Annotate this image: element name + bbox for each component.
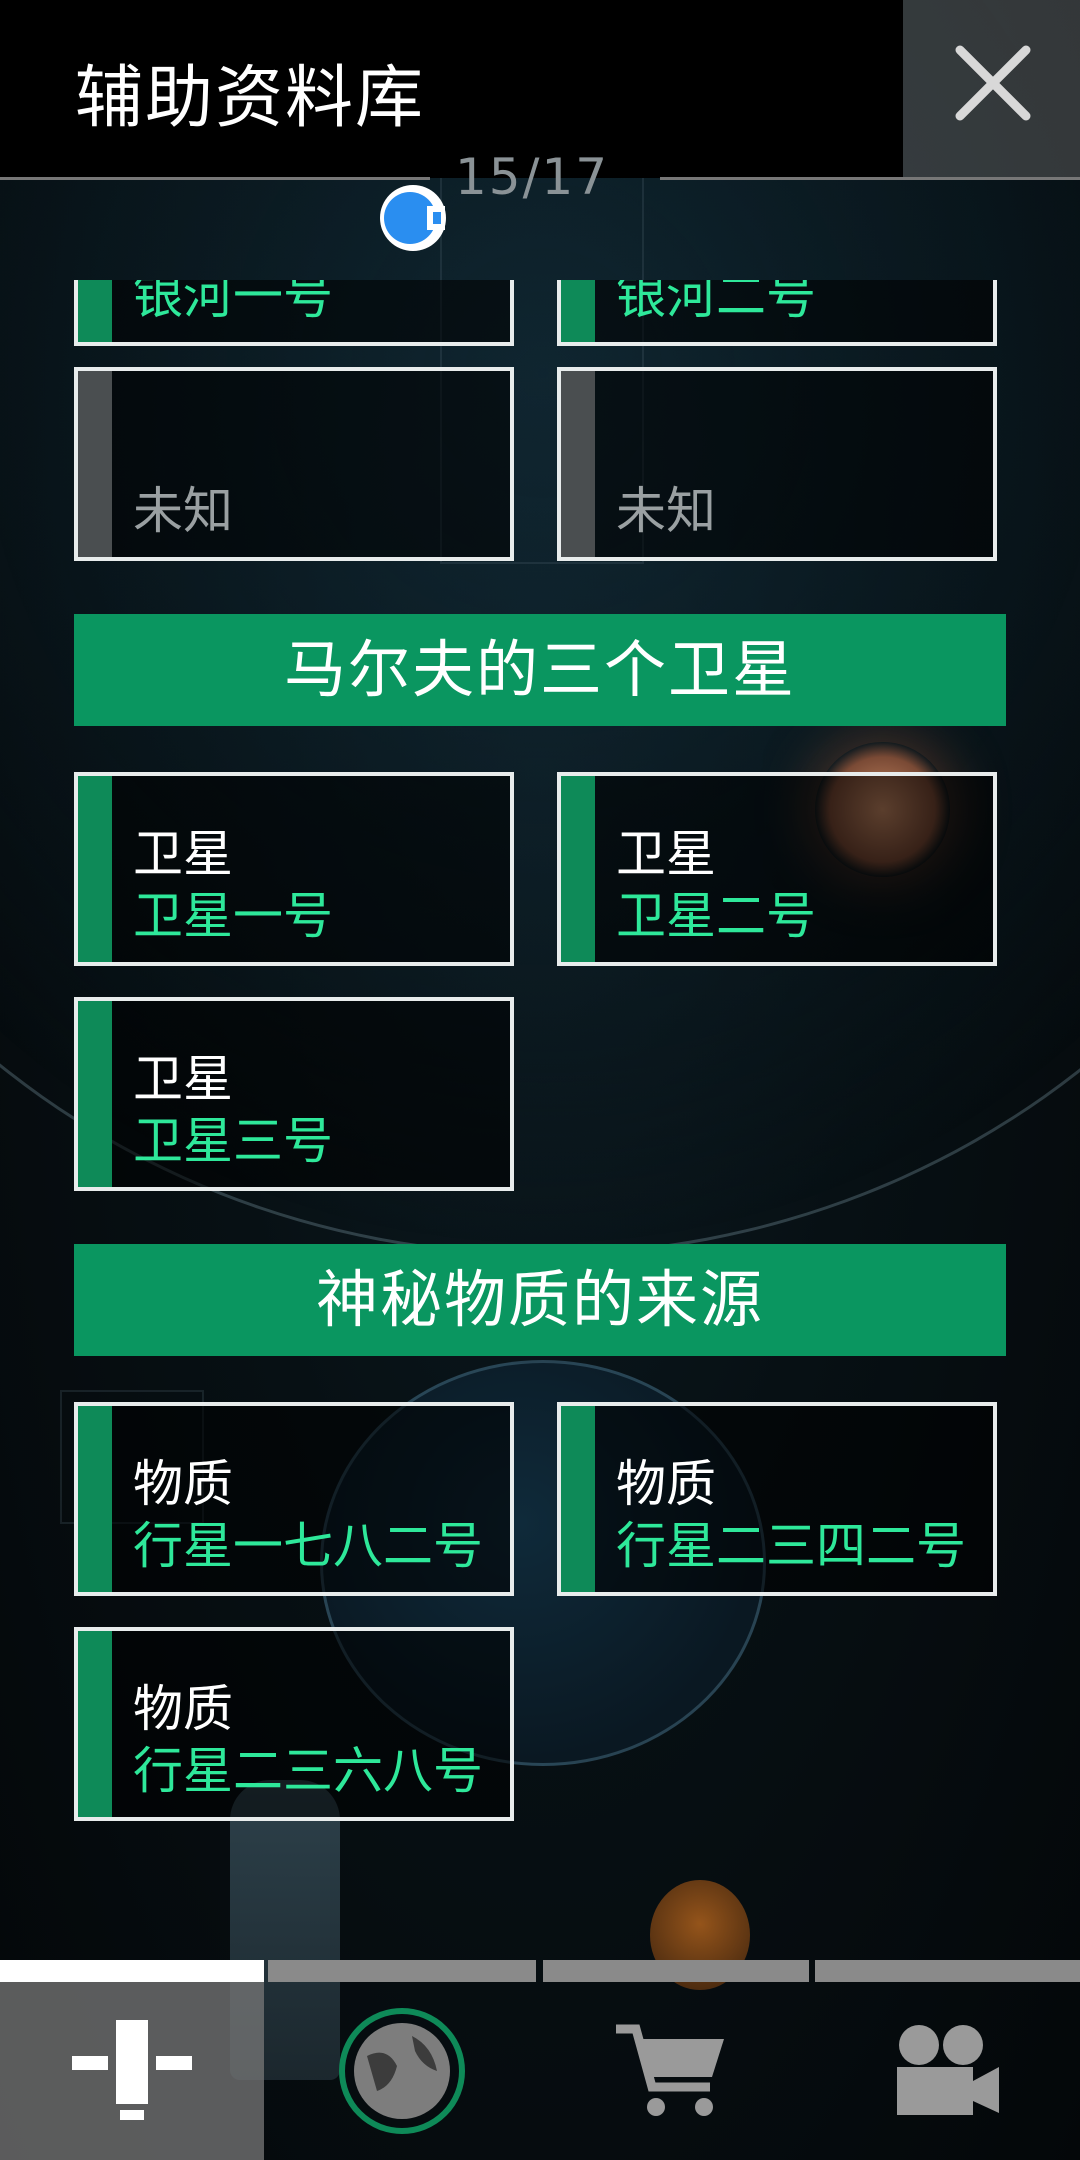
tab-planet[interactable] (270, 1982, 534, 2160)
archive-card-galaxy-2[interactable]: 银河二号 (557, 280, 997, 346)
card-name-unknown: 未知 (133, 482, 233, 540)
tab-video[interactable] (816, 1982, 1080, 2160)
archive-card-matter-3[interactable]: 物质 行星二三六八号 (74, 1627, 514, 1821)
card-name: 行星一七八二号 (133, 1517, 483, 1575)
card-name: 银河一号 (133, 280, 333, 325)
cart-icon (616, 2024, 724, 2116)
collection-progress: 15/17 (455, 148, 610, 206)
tab-shop[interactable] (540, 1982, 804, 2160)
header-divider-left (0, 177, 430, 180)
archive-icon (72, 2020, 192, 2120)
bottom-nav (0, 1982, 1080, 2160)
archive-card-moon-3[interactable]: 卫星 卫星三号 (74, 997, 514, 1191)
tab-archive[interactable] (0, 1982, 264, 2160)
archive-card-matter-2[interactable]: 物质 行星二三四二号 (557, 1402, 997, 1596)
video-camera-icon (897, 2025, 999, 2115)
section-header-matter: 神秘物质的来源 (74, 1244, 1006, 1356)
archive-list[interactable]: 银河一号 银河二号 未知 未知 马尔夫的三个卫星 卫星 卫星一号 卫星 卫星二号 (0, 280, 1080, 1960)
archive-card-moon-2[interactable]: 卫星 卫星二号 (557, 772, 997, 966)
card-name-unknown: 未知 (616, 482, 716, 540)
card-name: 行星二三四二号 (616, 1517, 966, 1575)
planet-icon (339, 2008, 465, 2134)
archive-card-moon-1[interactable]: 卫星 卫星一号 (74, 772, 514, 966)
archive-card-unknown[interactable]: 未知 (557, 367, 997, 561)
title-bar: 辅助资料库 (0, 0, 903, 178)
camera-eye-icon (380, 185, 446, 251)
close-icon (955, 45, 1031, 121)
card-name: 卫星三号 (133, 1112, 333, 1170)
tab-indicator-bar (0, 1960, 1080, 1982)
card-name: 卫星一号 (133, 887, 333, 945)
card-name: 卫星二号 (616, 887, 816, 945)
section-header-moons: 马尔夫的三个卫星 (74, 614, 1006, 726)
close-button[interactable] (903, 0, 1080, 178)
archive-card-matter-1[interactable]: 物质 行星一七八二号 (74, 1402, 514, 1596)
header-divider-right (660, 177, 1080, 180)
page-title: 辅助资料库 (75, 59, 426, 138)
archive-card-galaxy-1[interactable]: 银河一号 (74, 280, 514, 346)
archive-card-unknown[interactable]: 未知 (74, 367, 514, 561)
card-name: 银河二号 (616, 280, 816, 325)
card-name: 行星二三六八号 (133, 1742, 483, 1800)
